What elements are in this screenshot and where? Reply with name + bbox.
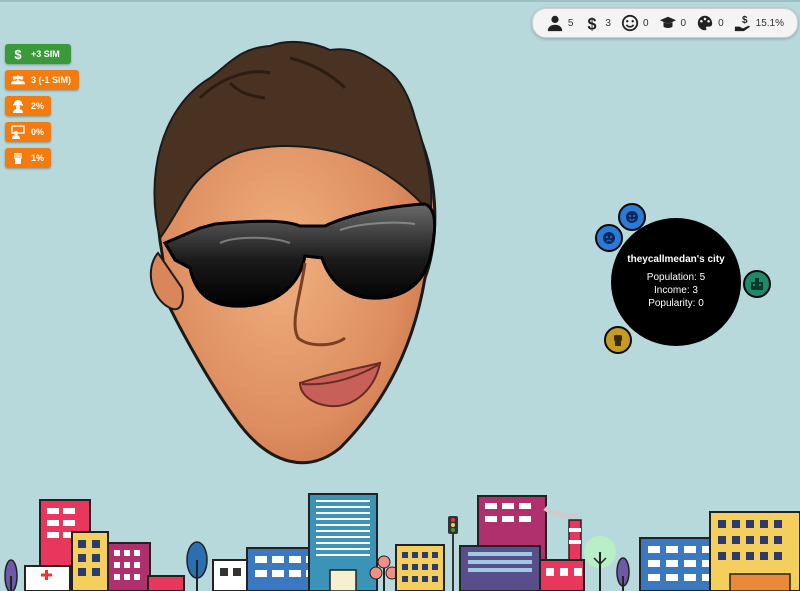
happy-citizen-bubble[interactable] [618,203,646,231]
stat-value: 0 [642,17,649,29]
people-icon [11,75,25,85]
person-icon [547,15,563,32]
dollar-icon: $ [588,15,597,32]
workers-pill[interactable]: 2% [5,96,51,116]
player-avatar[interactable] [140,38,450,468]
city-name: theycallmedan's city [627,254,725,265]
building-icon [751,278,763,290]
magenta-building [107,542,151,591]
pill-label: 0% [31,127,45,137]
population-pill[interactable]: 3 (-1 SIM) [5,70,79,90]
sad-citizen-bubble[interactable] [595,224,623,252]
stat-education[interactable]: 0 [659,14,687,32]
teachers-pill[interactable]: 0% [5,122,51,142]
smile-icon [621,14,639,32]
fist-bubble[interactable] [604,326,632,354]
stat-value: 0 [680,17,687,29]
teal-tower [308,493,378,591]
traffic-light [448,516,458,591]
pill-label: +3 SIM [31,49,60,59]
teacher-icon [11,125,25,139]
stat-population[interactable]: 5 [546,14,574,32]
graduation-cap-icon [659,16,676,28]
stat-money[interactable]: $ 3 [583,14,611,32]
frown-icon [603,232,615,244]
smile-icon [626,211,638,223]
city-info-circle[interactable]: theycallmedan's city Population: 5 Incom… [611,218,741,346]
svg-text:$: $ [588,15,597,32]
stat-value: 15.1% [755,17,784,29]
tree-icon [186,541,208,591]
top-edge [0,0,800,2]
city-population: Population: 5 [646,272,706,283]
pill-label: 1% [31,153,45,163]
city-skyline [4,493,800,591]
resource-pills: $ +3 SIM 3 (-1 SIM) 2% 0% 1% [5,44,79,174]
yellow-building [71,531,109,591]
income-pill[interactable]: $ +3 SIM [5,44,71,64]
stats-bar: 5 $ 3 0 0 0 $ 15.1% [531,8,798,38]
stat-culture[interactable]: 0 [696,14,724,32]
pill-label: 2% [31,101,45,111]
hand-money-icon: $ [734,15,750,32]
factory-worker-icon [13,100,23,113]
stat-happiness[interactable]: 0 [621,14,649,32]
stat-tax[interactable]: $ 15.1% [734,14,784,32]
stat-value: 3 [605,17,611,29]
protest-pill[interactable]: 1% [5,148,51,168]
building-bubble[interactable] [743,270,771,298]
city-popularity: Popularity: 0 [648,298,704,309]
tree-icon [4,559,18,591]
pill-label: 3 (-1 SIM) [31,75,72,85]
fist-icon [14,153,22,164]
city-income: Income: 3 [654,285,698,296]
svg-text:$: $ [742,15,748,26]
stat-value: 0 [718,17,724,29]
hospital-building [24,565,71,591]
stat-value: 5 [567,17,574,29]
svg-text:$: $ [14,47,22,61]
fist-icon [614,335,622,346]
palette-icon [697,15,713,31]
dollar-icon: $ [14,47,22,61]
